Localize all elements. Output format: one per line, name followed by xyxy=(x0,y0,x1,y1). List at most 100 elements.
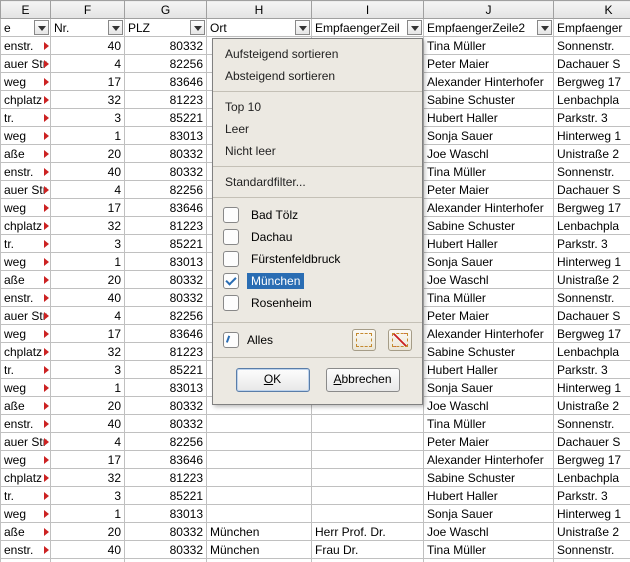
cell-plz[interactable]: 83646 xyxy=(125,73,207,91)
cell-str[interactable]: Hinterweg 1 xyxy=(554,127,630,145)
cell-name[interactable]: Joe Waschl xyxy=(424,145,554,163)
cell-nr[interactable]: 40 xyxy=(51,163,125,181)
cell-name[interactable]: Joe Waschl xyxy=(424,271,554,289)
cell-nr[interactable]: 1 xyxy=(51,379,125,397)
cell-plz[interactable]: 80332 xyxy=(125,541,207,559)
cell-name[interactable]: Sonja Sauer xyxy=(424,505,554,523)
cell-str[interactable]: Hinterweg 1 xyxy=(554,379,630,397)
filter-button-plz[interactable] xyxy=(190,20,205,35)
cell-ort[interactable] xyxy=(207,505,312,523)
cell-plz[interactable]: 85221 xyxy=(125,487,207,505)
cell-anrede[interactable] xyxy=(312,469,424,487)
cell-str[interactable]: Hinterweg 1 xyxy=(554,253,630,271)
cell-e[interactable]: tr. xyxy=(1,487,51,505)
cell-plz[interactable]: 82256 xyxy=(125,433,207,451)
cell-nr[interactable]: 20 xyxy=(51,397,125,415)
cell-e[interactable]: auer Str xyxy=(1,55,51,73)
cell-str[interactable]: Sonnenstr. xyxy=(554,415,630,433)
cell-name[interactable]: Alexander Hinterhofer xyxy=(424,325,554,343)
cell-nr[interactable]: 20 xyxy=(51,523,125,541)
cell-name[interactable]: Tina Müller xyxy=(424,289,554,307)
cell-name[interactable]: Hubert Haller xyxy=(424,235,554,253)
cell-ort[interactable]: München xyxy=(207,541,312,559)
cell-nr[interactable]: 4 xyxy=(51,559,125,562)
filter-value-row[interactable]: München xyxy=(223,270,412,292)
cell-e[interactable]: enstr. xyxy=(1,289,51,307)
cell-name[interactable]: Hubert Haller xyxy=(424,487,554,505)
ok-button[interactable]: OK xyxy=(236,368,310,392)
cell-e[interactable]: tr. xyxy=(1,109,51,127)
cell-plz[interactable]: 82256 xyxy=(125,307,207,325)
col-header-J[interactable]: J xyxy=(424,1,554,19)
filter-button-empf1[interactable] xyxy=(407,20,422,35)
cell-str[interactable]: Lenbachpla xyxy=(554,217,630,235)
cell-e[interactable]: auer Str xyxy=(1,307,51,325)
filter-value-row[interactable]: Bad Tölz xyxy=(223,204,412,226)
cell-name[interactable]: Peter Maier xyxy=(424,181,554,199)
cell-str[interactable]: Dachauer S xyxy=(554,55,630,73)
cell-e[interactable]: weg xyxy=(1,199,51,217)
cell-anrede[interactable] xyxy=(312,433,424,451)
cell-nr[interactable]: 4 xyxy=(51,181,125,199)
cell-anrede[interactable]: Herr Prof. Dr. xyxy=(312,523,424,541)
cell-nr[interactable]: 1 xyxy=(51,127,125,145)
field-header-e[interactable]: e xyxy=(1,19,51,37)
table-row[interactable]: auer Str482256Peter MaierDachauer S xyxy=(1,433,630,451)
cell-plz[interactable]: 83013 xyxy=(125,253,207,271)
cell-name[interactable]: Sabine Schuster xyxy=(424,469,554,487)
cell-nr[interactable]: 4 xyxy=(51,55,125,73)
cell-nr[interactable]: 32 xyxy=(51,343,125,361)
cell-e[interactable]: chplatz xyxy=(1,343,51,361)
cell-str[interactable]: Parkstr. 3 xyxy=(554,487,630,505)
cell-e[interactable]: weg xyxy=(1,451,51,469)
cell-name[interactable]: Tina Müller xyxy=(424,541,554,559)
cell-plz[interactable]: 81223 xyxy=(125,343,207,361)
filter-value-checkbox[interactable] xyxy=(223,229,239,245)
cell-plz[interactable]: 83646 xyxy=(125,451,207,469)
cell-ort[interactable] xyxy=(207,487,312,505)
cell-str[interactable]: Bergweg 17 xyxy=(554,199,630,217)
cell-name[interactable]: Sonja Sauer xyxy=(424,127,554,145)
cell-e[interactable]: weg xyxy=(1,325,51,343)
cell-name[interactable]: Sabine Schuster xyxy=(424,217,554,235)
cell-nr[interactable]: 32 xyxy=(51,217,125,235)
filter-empty[interactable]: Leer xyxy=(213,118,422,140)
table-row[interactable]: enstr.4080332Tina MüllerSonnenstr. xyxy=(1,415,630,433)
field-header-empf2[interactable]: EmpfaengerZeile2 xyxy=(424,19,554,37)
cell-e[interactable]: weg xyxy=(1,127,51,145)
cell-e[interactable]: enstr. xyxy=(1,541,51,559)
select-all-icon[interactable] xyxy=(352,329,376,351)
cell-plz[interactable]: 80332 xyxy=(125,37,207,55)
cell-name[interactable]: Tina Müller xyxy=(424,163,554,181)
sort-ascending[interactable]: Aufsteigend sortieren xyxy=(213,43,422,65)
cell-nr[interactable]: 40 xyxy=(51,37,125,55)
cell-nr[interactable]: 3 xyxy=(51,109,125,127)
cell-e[interactable]: enstr. xyxy=(1,37,51,55)
cell-plz[interactable]: 82256 xyxy=(125,181,207,199)
cell-e[interactable]: aße xyxy=(1,523,51,541)
filter-button-empf2[interactable] xyxy=(537,20,552,35)
cell-ort[interactable]: München xyxy=(207,523,312,541)
cell-plz[interactable]: 80332 xyxy=(125,271,207,289)
cell-name[interactable]: Alexander Hinterhofer xyxy=(424,199,554,217)
table-row[interactable]: aße2080332MünchenHerr Prof. Dr.Joe Wasch… xyxy=(1,523,630,541)
filter-value-row[interactable]: Fürstenfeldbruck xyxy=(223,248,412,270)
cell-name[interactable]: Joe Waschl xyxy=(424,523,554,541)
field-header-empf3[interactable]: Empfaenger xyxy=(554,19,630,37)
cell-anrede[interactable]: Frau Dr. xyxy=(312,541,424,559)
cell-str[interactable]: Bergweg 17 xyxy=(554,451,630,469)
filter-notempty[interactable]: Nicht leer xyxy=(213,140,422,162)
cell-ort[interactable]: Fürstenfeldbruck xyxy=(207,559,312,562)
cell-str[interactable]: Parkstr. 3 xyxy=(554,361,630,379)
table-row[interactable]: weg183013Sonja SauerHinterweg 1 xyxy=(1,505,630,523)
cell-str[interactable]: Dachauer S xyxy=(554,181,630,199)
cell-nr[interactable]: 40 xyxy=(51,289,125,307)
cell-name[interactable]: Peter Maier xyxy=(424,559,554,562)
cell-nr[interactable]: 1 xyxy=(51,253,125,271)
filter-value-checkbox[interactable] xyxy=(223,295,239,311)
cell-plz[interactable]: 85221 xyxy=(125,361,207,379)
filter-button-nr[interactable] xyxy=(108,20,123,35)
cell-str[interactable]: Lenbachpla xyxy=(554,343,630,361)
sort-descending[interactable]: Absteigend sortieren xyxy=(213,65,422,87)
cell-plz[interactable]: 85221 xyxy=(125,235,207,253)
